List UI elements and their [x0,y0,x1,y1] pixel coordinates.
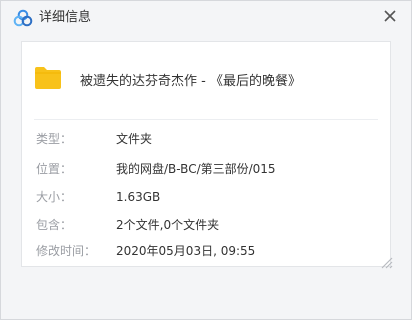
detail-row-contents: 包含： 2个文件,0个文件夹 [22,215,390,235]
size-label: 大小： [36,190,73,204]
detail-row-size: 大小： 1.63GB [22,187,390,207]
details-panel: 被遗失的达芬奇杰作 - 《最后的晚餐》 类型： 文件夹 位置： 我的网盘/B-B… [21,41,391,267]
modified-value: 2020年05月03日, 09:55 [116,244,256,258]
details-dialog: 详细信息 被遗失的达芬奇杰作 - 《最后的晚餐》 类型： 文件夹 位置： 我的网… [0,0,412,320]
contents-label: 包含： [36,218,73,232]
title-bar[interactable]: 详细信息 [1,1,411,35]
contents-value: 2个文件,0个文件夹 [116,218,220,232]
close-icon[interactable] [381,7,399,25]
resize-grip-icon[interactable] [379,255,393,269]
folder-icon [35,67,61,89]
file-name: 被遗失的达芬奇杰作 - 《最后的晚餐》 [80,74,301,89]
divider [34,119,378,120]
detail-row-modified: 修改时间： 2020年05月03日, 09:55 [22,241,390,261]
dialog-title: 详细信息 [39,10,92,25]
size-value: 1.63GB [116,190,161,204]
app-logo-icon [13,9,33,27]
detail-row-type: 类型： 文件夹 [22,129,390,149]
modified-label: 修改时间： [36,244,97,258]
type-value: 文件夹 [116,132,153,146]
detail-row-location: 位置： 我的网盘/B-BC/第三部份/015 [22,159,390,179]
location-label: 位置： [36,162,73,176]
location-value: 我的网盘/B-BC/第三部份/015 [116,162,276,176]
type-label: 类型： [36,132,73,146]
file-header: 被遗失的达芬奇杰作 - 《最后的晚餐》 [22,42,390,130]
